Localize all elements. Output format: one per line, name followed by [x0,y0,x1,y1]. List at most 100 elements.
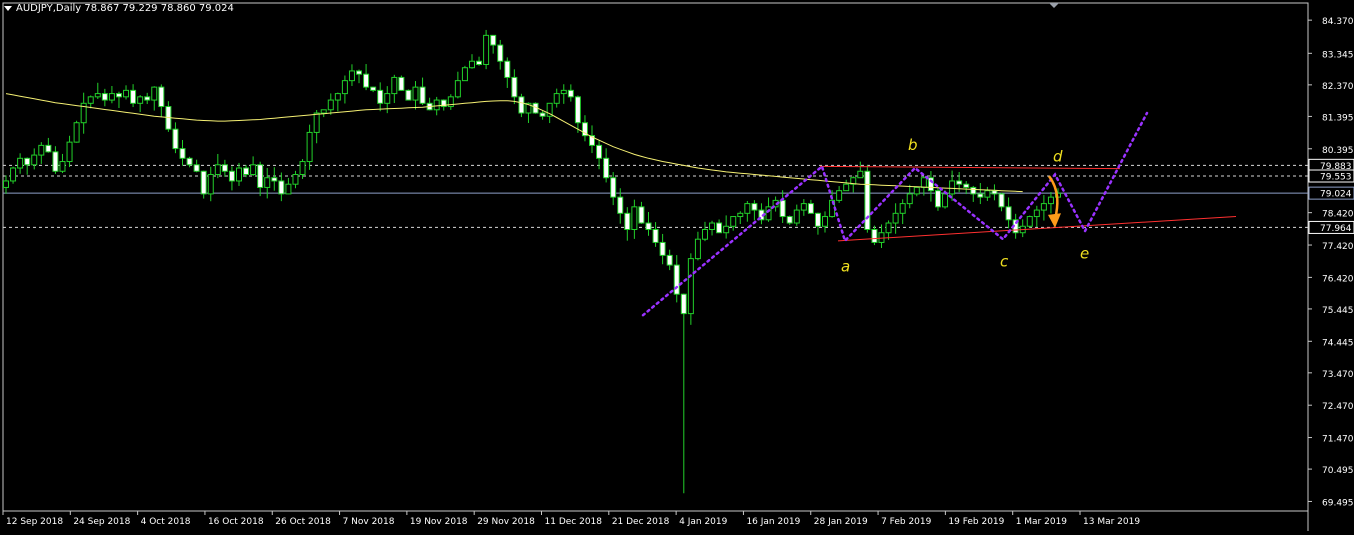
wave-label-a: a [841,258,850,276]
dropdown-triangle-icon[interactable] [4,5,12,11]
x-tick-label: 1 Mar 2019 [1016,517,1068,527]
candle-body [751,203,758,211]
candle-body [235,167,242,182]
candle-body [998,193,1005,208]
candle-body [483,34,490,65]
candle-body [137,96,144,104]
x-tick-label: 4 Jan 2019 [679,517,727,527]
candle-body [899,203,906,214]
x-tick-label: 24 Sep 2018 [73,517,130,527]
candle-body [356,70,363,75]
y-tick-label: 77.420 [1322,242,1354,252]
candle-body [59,161,66,172]
candle-body [631,206,638,230]
candle-body [539,112,546,117]
candle-body [864,170,871,230]
candle-body [363,73,370,88]
candle-body [454,80,461,98]
candle-body [158,86,165,108]
candle-body [3,180,9,188]
wave-label-b: b [908,136,918,154]
chart-canvas[interactable]: 84.370 83.345 82.370 81.395 80.395 79.553 79.0… [0,0,1354,531]
candle-body [214,164,221,175]
y-tick-label: 84.370 [1322,17,1354,27]
candle-body [391,76,398,95]
candle-body [610,177,617,198]
price-chart[interactable]: 84.370 83.345 82.370 81.395 80.395 79.553 79.0… [0,0,1354,531]
candle-body [130,89,137,104]
candle-body [17,157,24,169]
candle-body [836,190,843,201]
candle-body [553,93,560,104]
candle-body [38,144,45,156]
candle-body [793,209,800,224]
candle-body [250,164,257,175]
upper-trendline [819,165,1121,170]
candle-body [115,93,122,98]
y-tick-label: 83.345 [1322,50,1354,60]
y-tick-label: 80.395 [1322,146,1354,156]
candle-body [144,96,151,101]
candle-body [398,76,405,91]
candle-body [511,76,518,98]
x-tick-label: 4 Oct 2018 [141,517,191,527]
candle-body [652,228,659,243]
x-tick-label: 11 Dec 2018 [545,517,603,527]
candle-body [970,186,977,195]
candle-body [1033,209,1040,218]
candle-body [659,241,666,256]
x-tick-label: 16 Jan 2019 [746,517,800,527]
candle-body [680,293,687,315]
candle-body [123,89,130,98]
candle-body [942,193,949,208]
candle-body [596,144,603,159]
candle-body [560,89,567,95]
candle-body [257,164,264,188]
candle-body [645,222,652,230]
x-tick-label: 16 Oct 2018 [208,517,264,527]
y-tick-label: 71.470 [1322,435,1354,445]
candle-body [991,190,998,195]
y-tick-label: 69.495 [1322,498,1354,508]
candle-body [984,190,991,198]
candle-body [10,167,17,182]
y-tick-label: 73.470 [1322,370,1354,380]
candle-body [412,86,419,101]
chart-shift-marker-icon[interactable] [1049,3,1059,8]
candle-body [370,86,377,91]
candle-body [228,170,235,182]
x-tick-label: 7 Feb 2019 [881,517,932,527]
x-tick-label: 7 Nov 2018 [343,517,395,527]
candle-body [723,225,730,234]
candle-body [709,222,716,230]
candle-body [306,131,313,163]
candle-body [638,206,645,224]
candle-body [200,170,207,195]
candle-body [1040,203,1047,211]
candle-body [52,151,59,172]
candle-body [920,177,927,188]
candle-body [814,212,821,227]
wave-label-e: e [1080,245,1089,263]
candle-body [348,70,355,82]
candle-body [949,180,956,195]
candle-body [913,186,920,195]
candle-body [934,190,941,208]
candle-body [108,93,115,101]
forecast-arrow-head-icon [1048,213,1061,228]
candle-body [384,93,391,104]
wave-label-c: c [1000,253,1009,271]
candle-body [419,86,426,104]
candle-body [433,99,440,111]
candle-body [490,34,497,46]
candle-body [31,154,38,166]
candle-body [101,93,108,101]
candle-body [765,206,772,221]
candle-body [892,212,899,224]
candle-body [179,148,186,159]
y-tick-label: 76.420 [1322,274,1354,284]
candle-body [694,238,701,260]
candle-body [857,170,864,179]
candle-body [737,212,744,218]
candle-body [1005,206,1012,221]
